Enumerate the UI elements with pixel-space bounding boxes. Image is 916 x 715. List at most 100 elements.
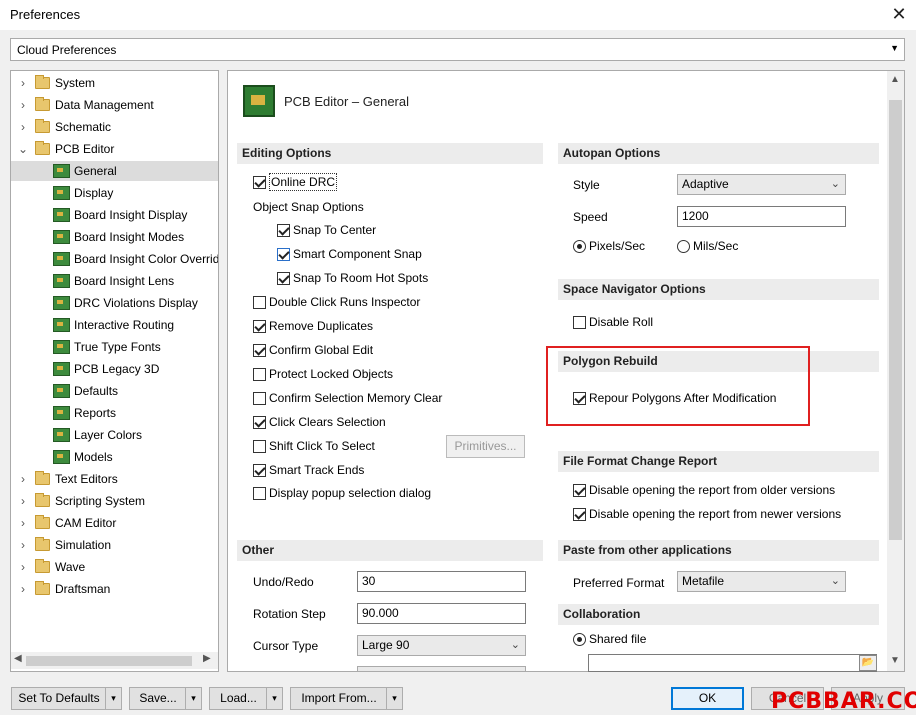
tree-item-label: Text Editors — [55, 472, 118, 486]
autopan-options-header: Autopan Options — [558, 143, 879, 164]
tree-item[interactable]: › Text Editors — [11, 469, 218, 489]
expander-icon[interactable]: › — [17, 117, 29, 137]
panel-title: PCB Editor – General — [284, 94, 410, 109]
expander-icon[interactable]: › — [17, 513, 29, 533]
folder-icon — [35, 471, 50, 485]
pcb-icon — [53, 362, 70, 376]
partial-select[interactable] — [357, 666, 526, 672]
autopan-style-select[interactable]: Adaptive ⌄ — [677, 174, 846, 195]
import-from-button[interactable]: Import From... ▾ — [290, 687, 403, 710]
tree-item[interactable]: Board Insight Color Overrid — [11, 249, 218, 269]
folder-open-icon[interactable]: 📂 — [859, 655, 877, 671]
undo-redo-input[interactable]: 30 — [357, 571, 526, 592]
load-button[interactable]: Load... ▾ — [209, 687, 283, 710]
set-to-defaults-button[interactable]: Set To Defaults ▾ — [11, 687, 122, 710]
tree-item[interactable]: › Data Management — [11, 95, 218, 115]
tree-item-label: Scripting System — [55, 494, 146, 508]
rotation-step-input[interactable]: 90.000 — [357, 603, 526, 624]
tree-item-label: CAM Editor — [55, 516, 117, 530]
expander-icon[interactable]: › — [17, 535, 29, 555]
expander-icon[interactable]: ⌄ — [17, 139, 29, 159]
folder-icon — [35, 119, 50, 133]
chevron-down-icon[interactable]: ▾ — [185, 688, 201, 709]
scroll-left-icon[interactable]: ◀ — [14, 653, 22, 664]
tree-item[interactable]: Display — [11, 183, 218, 203]
folder-icon — [35, 537, 50, 551]
scroll-up-icon[interactable]: ▲ — [890, 74, 900, 85]
chevron-down-icon: ▼ — [890, 43, 899, 53]
checkbox-checked-icon — [277, 224, 290, 237]
expander-icon[interactable]: › — [17, 579, 29, 599]
checkbox-checked-icon — [253, 416, 266, 429]
highlight-annotation-box — [546, 346, 810, 426]
tree-item[interactable]: › Scripting System — [11, 491, 218, 511]
primitives-button[interactable]: Primitives... — [446, 435, 525, 458]
panel-scroll-thumb[interactable] — [889, 100, 902, 540]
cursor-type-select[interactable]: Large 90 ⌄ — [357, 635, 526, 656]
radio-selected-icon — [573, 240, 586, 253]
pcb-icon — [53, 384, 70, 398]
pcb-icon — [53, 252, 70, 266]
ok-button[interactable]: OK — [671, 687, 744, 710]
save-button[interactable]: Save... ▾ — [129, 687, 202, 710]
checkbox-icon — [253, 368, 266, 381]
tree-item[interactable]: Reports — [11, 403, 218, 423]
tree-item[interactable]: PCB Legacy 3D — [11, 359, 218, 379]
checkbox-checked-icon — [253, 176, 266, 189]
close-icon[interactable]: ✕ — [887, 2, 911, 26]
chevron-down-icon: ⌄ — [510, 639, 520, 651]
pcb-icon — [53, 450, 70, 464]
expander-icon[interactable]: › — [17, 469, 29, 489]
tree-item[interactable]: DRC Violations Display — [11, 293, 218, 313]
tree-item[interactable]: › Draftsman — [11, 579, 218, 599]
chevron-down-icon[interactable]: ▾ — [266, 688, 282, 709]
tree-scroll-thumb[interactable] — [26, 656, 192, 666]
pcb-icon — [53, 208, 70, 222]
checkbox-checked-icon — [277, 272, 290, 285]
preferences-tree[interactable]: › System › Data Management › Schematic ⌄ PCB Ed… — [10, 70, 219, 672]
chevron-down-icon[interactable]: ▾ — [386, 688, 402, 709]
scroll-down-icon[interactable]: ▼ — [890, 655, 900, 666]
checkbox-icon — [253, 487, 266, 500]
tree-item[interactable]: › CAM Editor — [11, 513, 218, 533]
undo-redo-label: Undo/Redo — [253, 575, 314, 589]
preferred-format-label: Preferred Format — [573, 576, 665, 590]
tree-item[interactable]: Layer Colors — [11, 425, 218, 445]
shared-file-path-input[interactable] — [588, 654, 877, 672]
tree-item[interactable]: True Type Fonts — [11, 337, 218, 357]
tree-item[interactable]: › Wave — [11, 557, 218, 577]
expander-icon[interactable]: › — [17, 95, 29, 115]
chevron-down-icon: ⌄ — [830, 575, 840, 587]
expander-icon[interactable]: › — [17, 491, 29, 511]
preferences-type-select[interactable]: Cloud Preferences ▼ — [10, 38, 905, 61]
tree-item[interactable]: ⌄ PCB Editor — [11, 139, 218, 159]
speed-label: Speed — [573, 210, 608, 224]
speed-input[interactable]: 1200 — [677, 206, 846, 227]
tree-item[interactable]: Interactive Routing — [11, 315, 218, 335]
pcb-icon — [53, 230, 70, 244]
expander-icon[interactable]: › — [17, 557, 29, 577]
preferred-format-select[interactable]: Metafile ⌄ — [677, 571, 846, 592]
chevron-down-icon[interactable]: ▾ — [105, 688, 121, 709]
tree-item[interactable]: Defaults — [11, 381, 218, 401]
cursor-type-label: Cursor Type — [253, 639, 319, 653]
tree-item[interactable]: › Schematic — [11, 117, 218, 137]
chevron-down-icon: ⌄ — [830, 178, 840, 190]
tree-item[interactable]: Models — [11, 447, 218, 467]
tree-item[interactable]: Board Insight Display — [11, 205, 218, 225]
scroll-right-icon[interactable]: ▶ — [203, 653, 211, 664]
tree-item[interactable]: General — [11, 161, 218, 181]
tree-item[interactable]: › Simulation — [11, 535, 218, 555]
folder-open-icon — [35, 141, 50, 155]
checkbox-checked-icon — [253, 344, 266, 357]
checkbox-checked-icon — [253, 464, 266, 477]
checkbox-checked-icon — [253, 320, 266, 333]
expander-icon[interactable]: › — [17, 73, 29, 93]
tree-item[interactable]: › System — [11, 73, 218, 93]
tree-item[interactable]: Board Insight Modes — [11, 227, 218, 247]
tree-item[interactable]: Board Insight Lens — [11, 271, 218, 291]
folder-icon — [35, 581, 50, 595]
checkbox-icon — [253, 296, 266, 309]
tree-item-label: Reports — [74, 406, 117, 420]
radio-icon — [677, 240, 690, 253]
